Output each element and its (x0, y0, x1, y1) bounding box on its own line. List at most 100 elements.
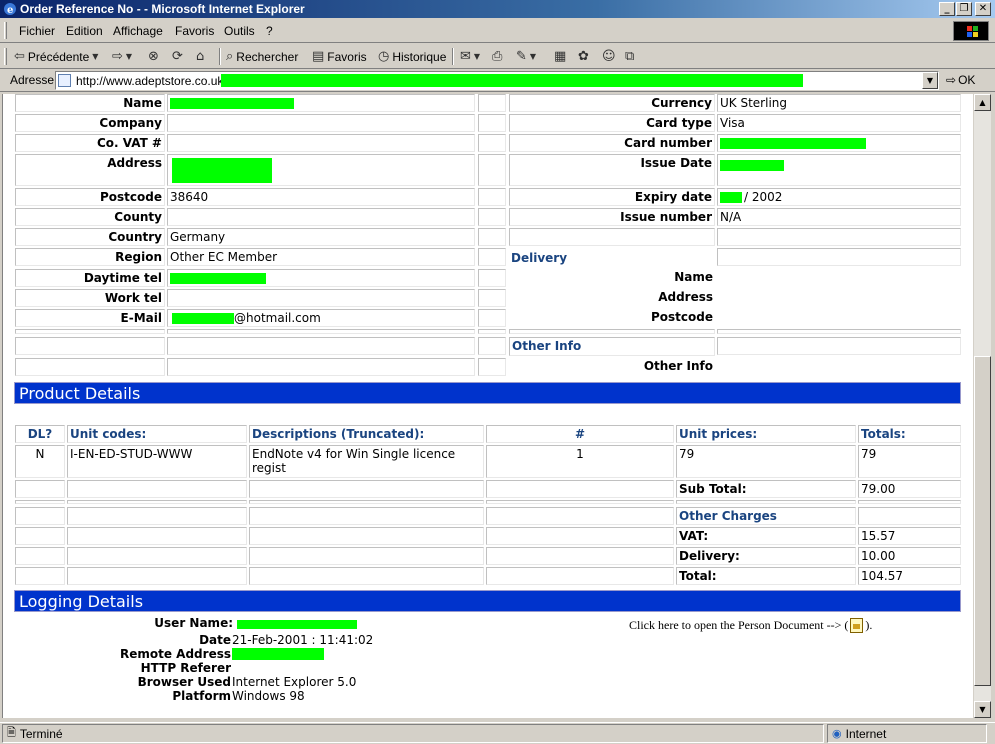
menu-help[interactable]: ? (266, 24, 273, 38)
search-icon: ⌕ (226, 49, 234, 64)
favorites-folder-icon: ▤ (312, 49, 325, 64)
zone-text: Internet (845, 726, 887, 741)
menu-affichage[interactable]: Affichage (113, 24, 163, 38)
totals-header: Totals: (858, 425, 961, 443)
edit-button[interactable]: ✎ ▼ (516, 48, 536, 65)
delivery-address-label: Address (658, 290, 713, 304)
unit-prices-header: Unit prices: (676, 425, 856, 443)
go-button[interactable]: ⇨ OK (946, 73, 975, 87)
empty-cell (15, 337, 165, 355)
other-info-label: Other Info (643, 359, 713, 373)
mail-button[interactable]: ✉ ▼ (460, 48, 480, 65)
unit-price-value: 79 (676, 445, 856, 478)
issue-number-value: N/A (717, 208, 961, 226)
scrollbar-thumb[interactable] (974, 356, 991, 686)
toolbar-separator (452, 48, 454, 65)
daytime-tel-value (167, 269, 475, 287)
url-redaction (221, 74, 803, 87)
related-button[interactable]: ⧉ (625, 48, 634, 65)
scroll-down-button[interactable]: ▼ (974, 701, 991, 718)
back-button[interactable]: ⇦ Précédente ▼ (14, 48, 98, 65)
spacer-cell (15, 500, 65, 504)
contacts-button[interactable]: ☺ (602, 48, 616, 65)
menu-favoris[interactable]: Favoris (175, 24, 214, 38)
search-label: Rechercher (236, 49, 299, 64)
delivery-name-label: Name (674, 270, 713, 284)
empty-cell (249, 547, 484, 565)
menu-edition[interactable]: Edition (66, 24, 103, 38)
date-label: Date (199, 633, 231, 647)
vertical-scrollbar[interactable]: ▲ ▼ (974, 94, 991, 718)
status-text: Terminé (19, 726, 63, 741)
unit-code-value: I-EN-ED-STUD-WWW (67, 445, 247, 478)
description-value: EndNote v4 for Win Single licence regist (249, 445, 484, 478)
empty-cell (486, 567, 674, 585)
contacts-icon: ☺ (602, 49, 616, 64)
favorites-button[interactable]: ▤ Favoris (312, 48, 367, 65)
print-button[interactable]: ⎙ (492, 48, 502, 65)
page-icon (58, 74, 71, 87)
other-charges-heading: Other Charges (676, 507, 856, 525)
company-value (167, 114, 475, 132)
scroll-up-button[interactable]: ▲ (974, 94, 991, 111)
refresh-button[interactable]: ⟳ (172, 48, 183, 65)
address-bar: Adresse http://www.adeptstore.co.uk/ ▼ ⇨… (0, 70, 995, 92)
chevron-down-icon[interactable]: ▼ (922, 72, 938, 89)
history-button[interactable]: ◷ Historique (378, 48, 446, 65)
empty-cell (717, 248, 961, 266)
card-type-value: Visa (717, 114, 961, 132)
menu-outils[interactable]: Outils (224, 24, 255, 38)
browser-used-label: Browser Used (137, 675, 231, 689)
home-button[interactable]: ⌂ (196, 48, 204, 65)
postcode-label: Postcode (15, 188, 165, 206)
delivery-postcode-label: Postcode (650, 310, 713, 324)
search-button[interactable]: ⌕ Rechercher (226, 48, 298, 65)
delivery-heading: Delivery (511, 251, 568, 265)
minimize-button[interactable]: _ (939, 2, 955, 16)
description-line-1: EndNote v4 for Win Single licence (252, 447, 456, 461)
empty-cell (249, 527, 484, 545)
toolbar: ⇦ Précédente ▼ ⇨ ▼ ⊗ ⟳ ⌂ ⌕ Rechercher ▤ … (0, 44, 995, 69)
empty-cell (486, 507, 674, 525)
empty-cell (167, 358, 475, 376)
http-referer-label: HTTP Referer (140, 661, 231, 675)
empty-cell (717, 228, 961, 246)
chevron-down-icon: ▼ (473, 52, 481, 61)
address-input[interactable]: http://www.adeptstore.co.uk/ ▼ (55, 71, 939, 90)
discuss-button[interactable]: ▦ (554, 48, 566, 65)
toolbar-separator (219, 48, 221, 65)
empty-cell (509, 228, 715, 246)
spacer-cell (478, 228, 506, 246)
close-button[interactable]: ✕ (975, 2, 991, 16)
county-value (167, 208, 475, 226)
empty-cell (167, 337, 475, 355)
empty-cell (486, 480, 674, 498)
email-value: @hotmail.com (167, 309, 475, 327)
stop-icon: ⊗ (148, 49, 159, 64)
ie-logo-icon: e (4, 3, 16, 16)
empty-cell (67, 507, 247, 525)
redaction (237, 620, 357, 629)
card-number-label: Card number (509, 134, 715, 152)
status-message: 🗎 Terminé (2, 724, 824, 743)
empty-cell (67, 567, 247, 585)
empty-cell (717, 337, 961, 355)
document-icon[interactable] (850, 618, 864, 633)
forward-button[interactable]: ⇨ ▼ (112, 48, 132, 65)
address-label-row: Address (15, 154, 165, 186)
menu-fichier[interactable]: Fichier (19, 24, 55, 38)
redaction (172, 158, 272, 183)
issue-number-label: Issue number (509, 208, 715, 226)
windows-logo-icon (953, 21, 989, 41)
platform-label: Platform (172, 689, 231, 703)
maximize-button[interactable]: ❐ (956, 2, 972, 16)
stop-button[interactable]: ⊗ (148, 48, 159, 65)
messenger-button[interactable]: ✿ (578, 48, 589, 65)
subtotal-value: 79.00 (858, 480, 961, 498)
user-name-label: User Name: (154, 616, 233, 630)
browser-used-value: Internet Explorer 5.0 (232, 675, 357, 689)
redaction (170, 98, 294, 109)
empty-cell (249, 567, 484, 585)
address-label: Adresse (10, 73, 55, 87)
postcode-value: 38640 (167, 188, 475, 206)
